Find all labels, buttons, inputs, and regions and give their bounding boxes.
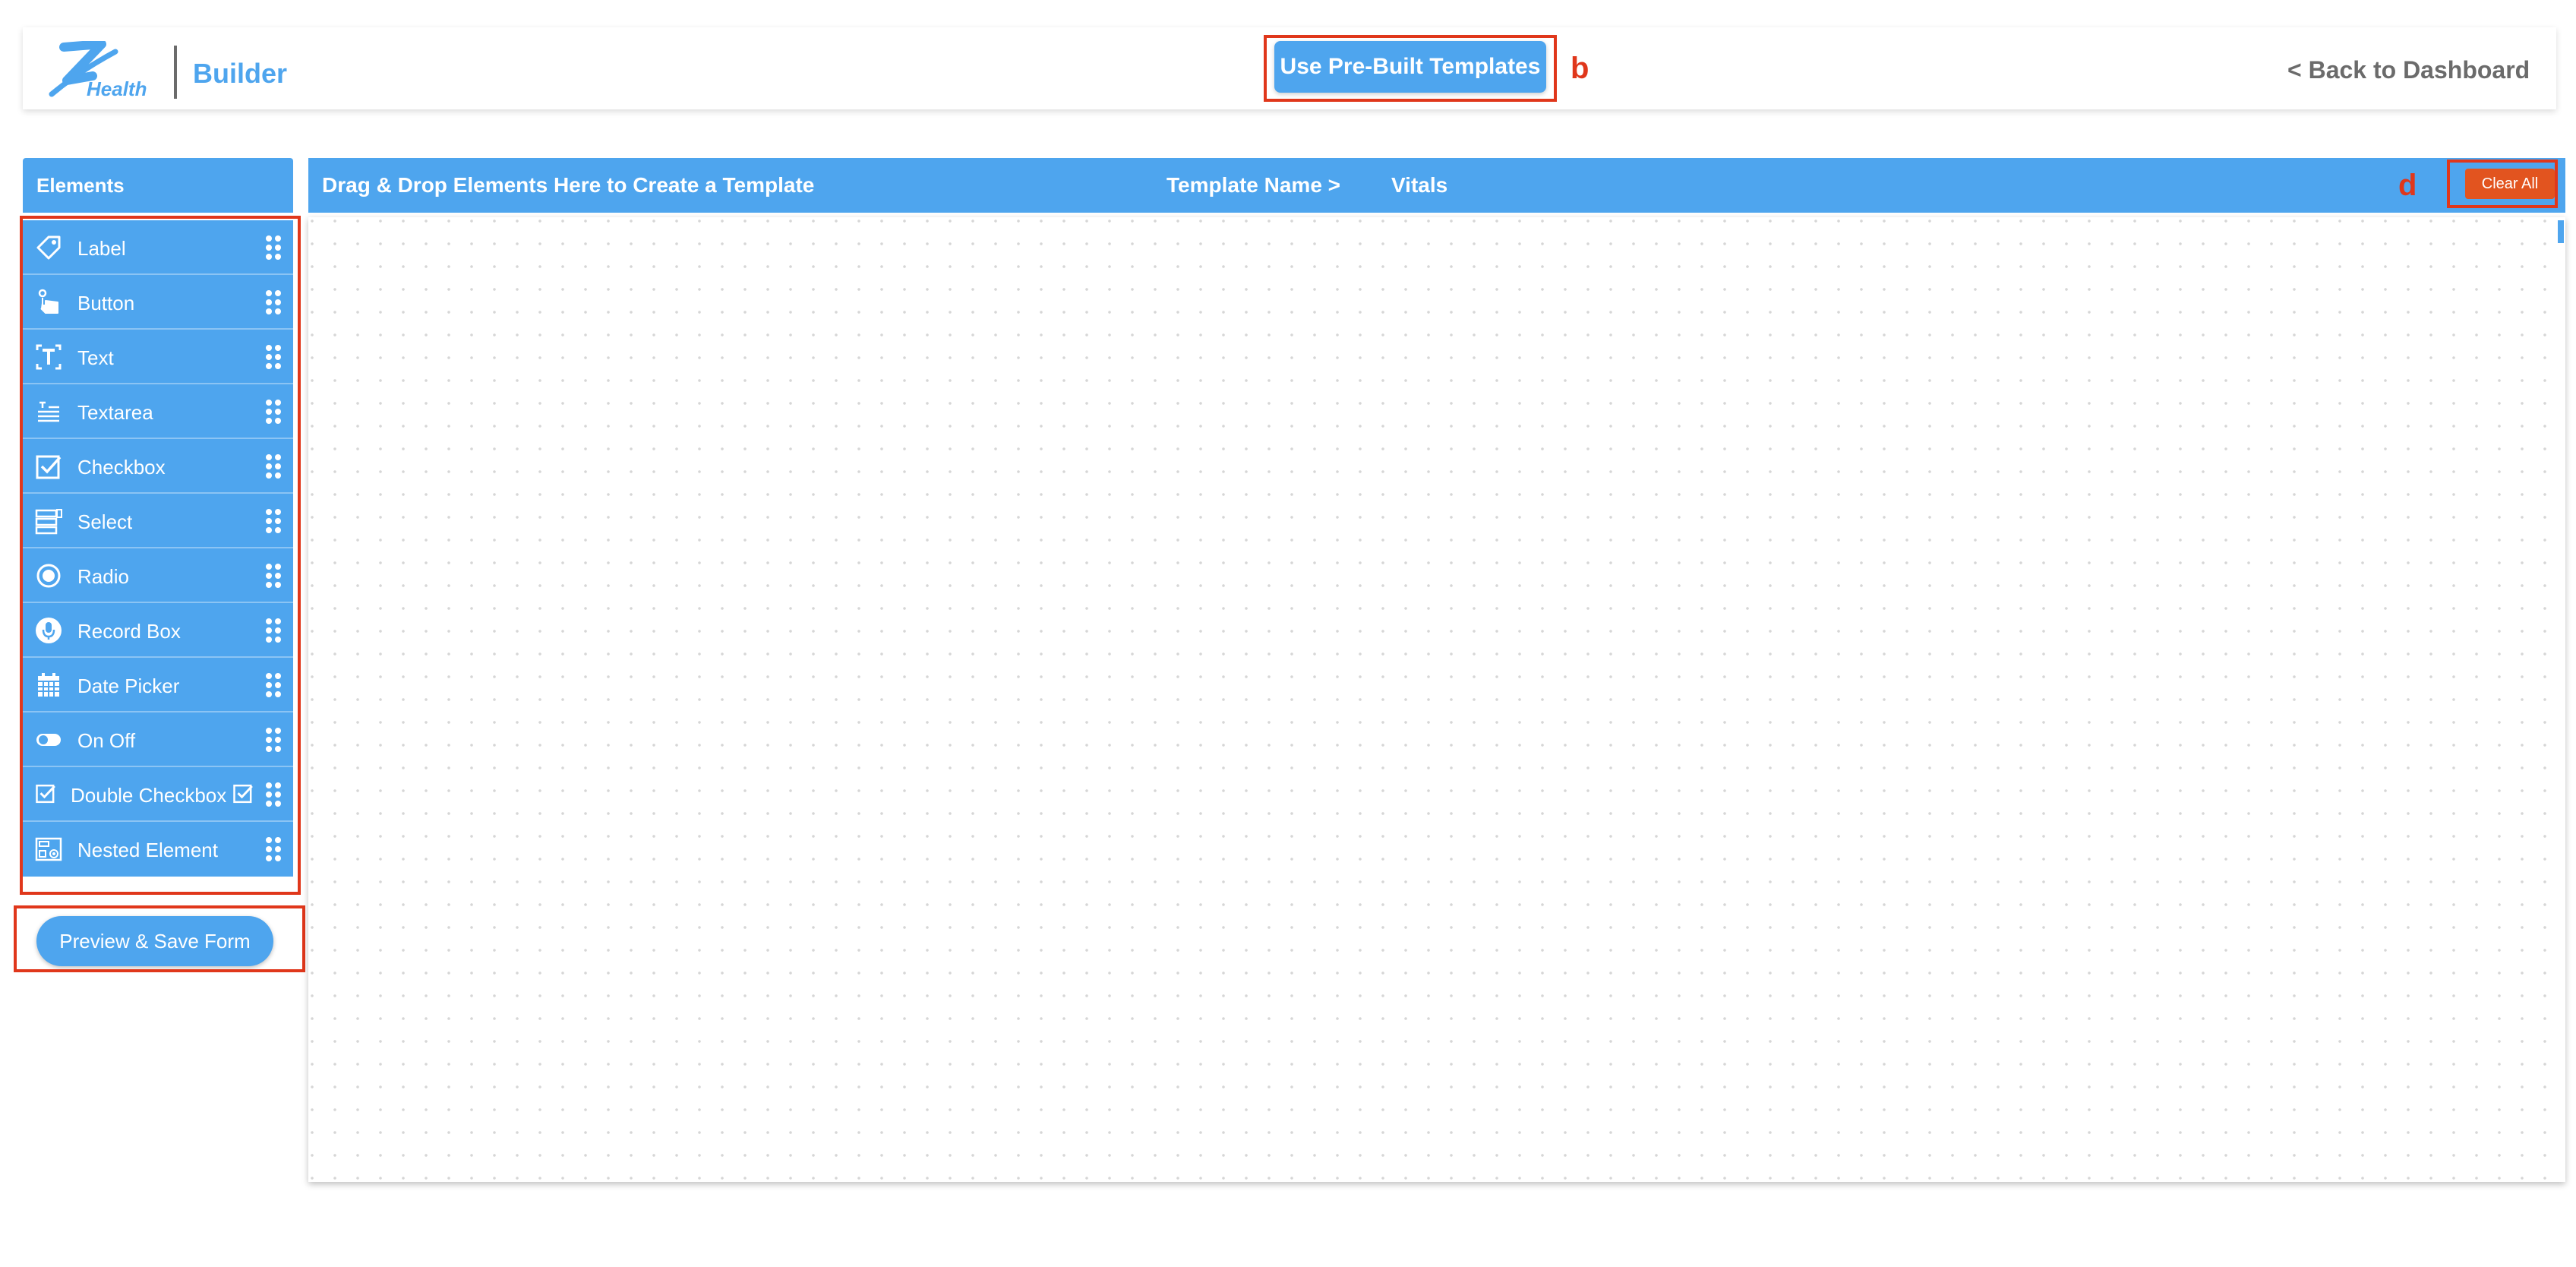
logo-divider	[174, 46, 177, 99]
logo-text: Health	[87, 77, 147, 100]
annotation-label-b: b	[1571, 52, 1589, 85]
template-name-value[interactable]: Vitals	[1391, 173, 1447, 197]
canvas-scrollbar[interactable]	[2558, 220, 2564, 243]
annotation-box-a	[20, 216, 301, 895]
page-title: Builder	[193, 58, 288, 89]
annotation-box-c	[14, 905, 305, 972]
canvas-header: Drag & Drop Elements Here to Create a Te…	[308, 158, 2565, 213]
template-name-label: Template Name >	[1166, 173, 1341, 197]
annotation-label-d: d	[2398, 169, 2417, 202]
elements-panel-header: Elements	[23, 158, 293, 213]
elements-panel-title: Elements	[36, 173, 125, 197]
drop-hint-text: Drag & Drop Elements Here to Create a Te…	[322, 173, 815, 197]
drop-canvas[interactable]	[308, 217, 2565, 1182]
annotation-box-d	[2447, 160, 2558, 208]
back-to-dashboard-link[interactable]: < Back to Dashboard	[2287, 56, 2530, 84]
annotation-box-b	[1264, 35, 1557, 102]
